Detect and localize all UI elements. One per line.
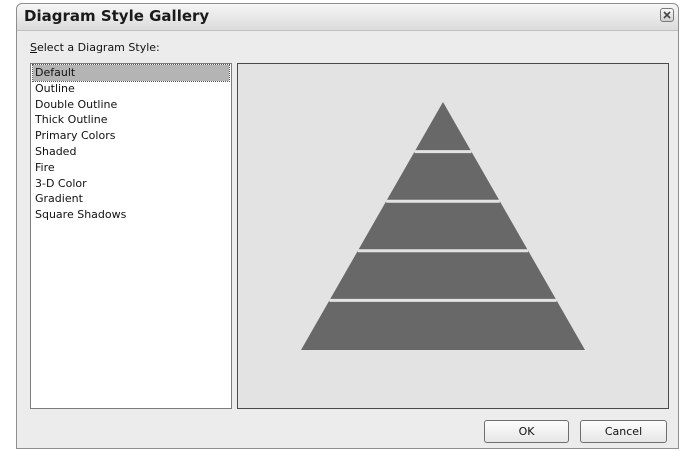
style-item-thick-outline[interactable]: Thick Outline (33, 112, 229, 128)
style-item-outline[interactable]: Outline (33, 81, 229, 97)
style-item-primary-colors[interactable]: Primary Colors (33, 128, 229, 144)
pyramid-shape (301, 102, 585, 350)
cancel-button[interactable]: Cancel (580, 420, 667, 443)
pyramid-diagram-preview (301, 102, 585, 350)
close-icon (663, 11, 671, 19)
style-item-fire[interactable]: Fire (33, 160, 229, 176)
ok-button[interactable]: OK (484, 420, 569, 443)
style-item-default[interactable]: Default (32, 64, 230, 82)
style-item-3d-color[interactable]: 3-D Color (33, 176, 229, 192)
diagram-style-gallery-dialog: Diagram Style Gallery Select a Diagram S… (16, 3, 679, 449)
select-style-label: Select a Diagram Style: (30, 41, 160, 54)
dialog-title: Diagram Style Gallery (24, 7, 210, 25)
style-item-shaded[interactable]: Shaded (33, 144, 229, 160)
diagram-style-list[interactable]: Default Outline Double Outline Thick Out… (30, 63, 232, 409)
style-item-square-shadows[interactable]: Square Shadows (33, 207, 229, 223)
style-preview-pane (237, 63, 669, 409)
title-bar: Diagram Style Gallery (17, 4, 678, 31)
style-item-double-outline[interactable]: Double Outline (33, 97, 229, 113)
close-button[interactable] (660, 8, 674, 22)
style-item-gradient[interactable]: Gradient (33, 191, 229, 207)
select-style-label-mnemonic: S (30, 41, 37, 54)
select-style-label-text: elect a Diagram Style: (36, 41, 160, 54)
